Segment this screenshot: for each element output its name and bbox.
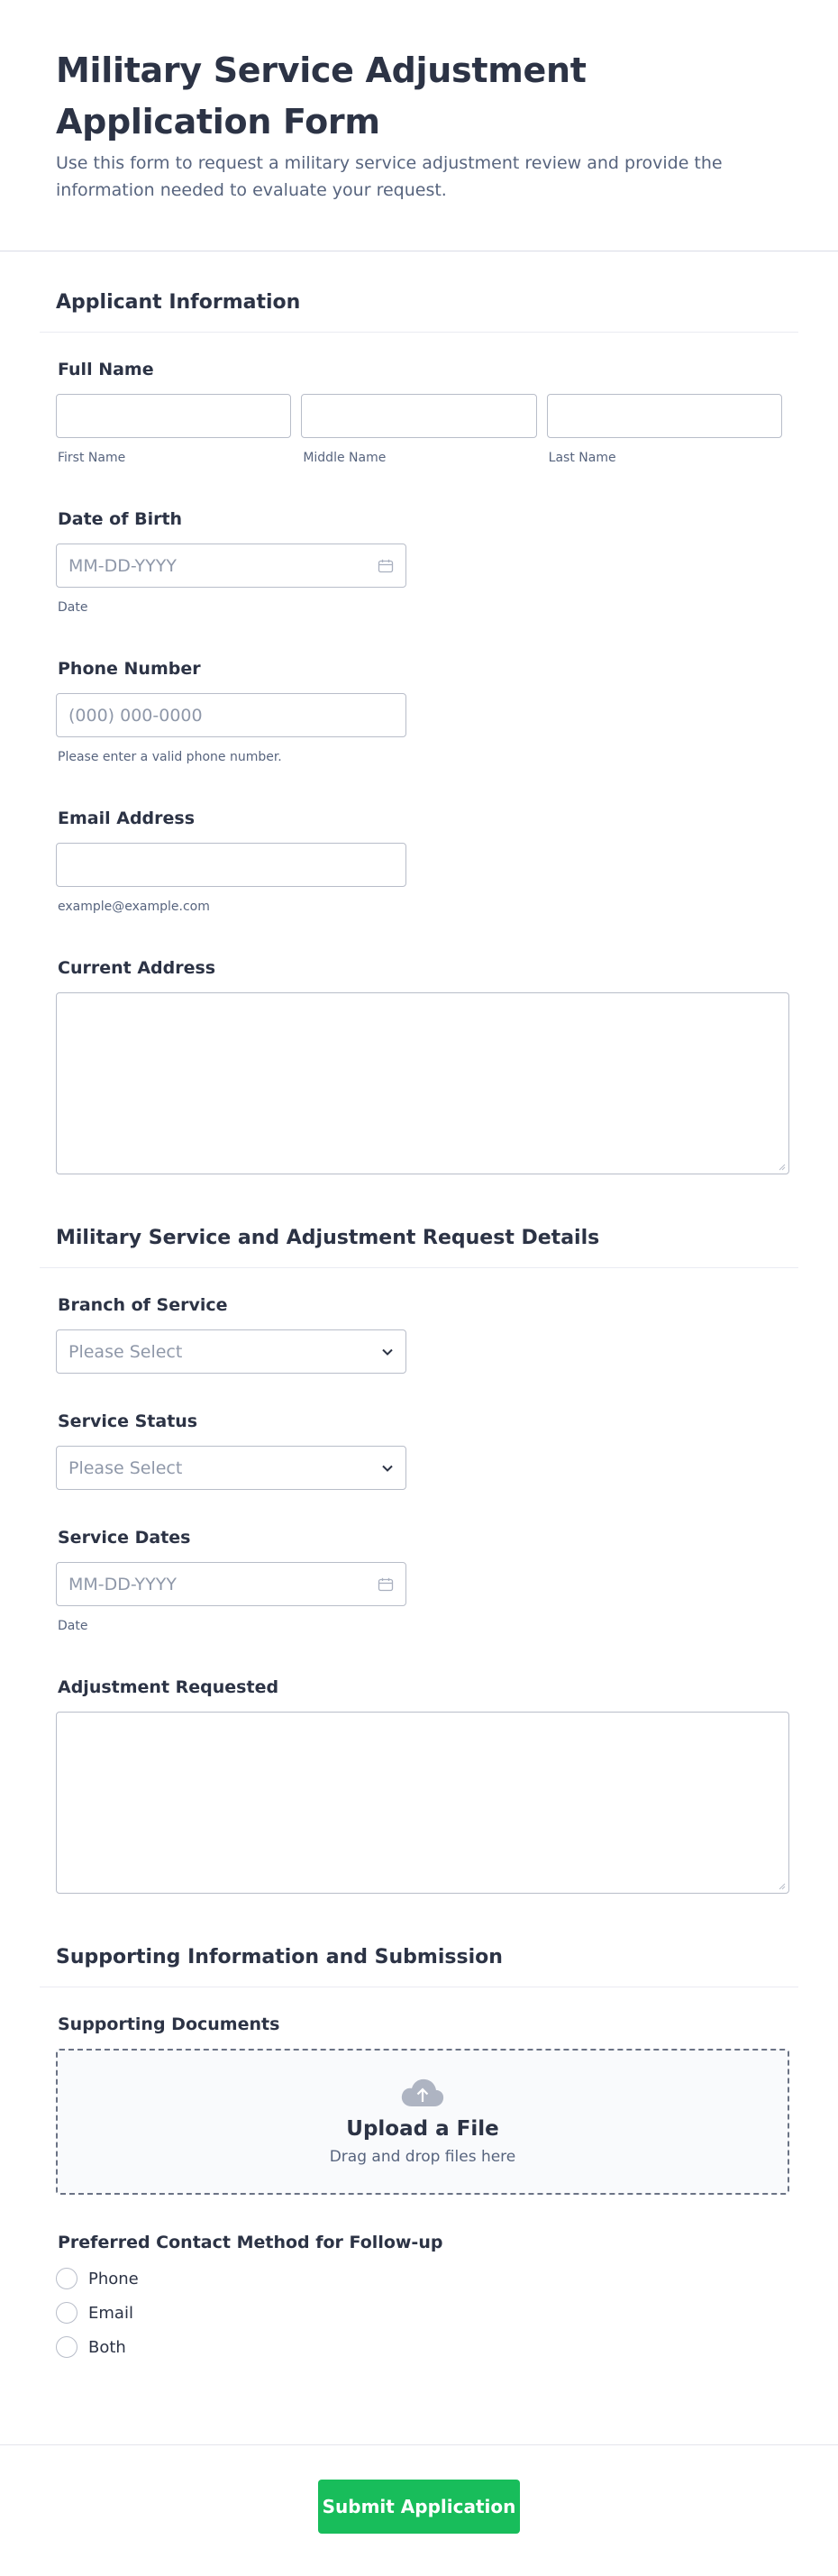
first-name-sublabel: First Name: [58, 451, 126, 465]
current-address-field: Current Address: [40, 914, 798, 1174]
supporting-documents-label: Supporting Documents: [58, 2014, 280, 2034]
cloud-upload-icon: [401, 2078, 444, 2106]
full-name-field: Full Name First Name Middle Name Last Na…: [40, 333, 798, 465]
submit-button[interactable]: Submit Application: [318, 2480, 520, 2534]
radio-option-both[interactable]: Both: [56, 2330, 782, 2364]
last-name-input[interactable]: [546, 394, 782, 438]
branch-of-service-field: Branch of Service Please Select: [40, 1268, 798, 1374]
phone-number-placeholder: (000) 000-0000: [68, 705, 203, 726]
chevron-down-icon: [382, 1465, 393, 1472]
full-name-label: Full Name: [58, 360, 154, 379]
chevron-down-icon: [382, 1348, 393, 1356]
section-title: Military Service and Adjustment Request …: [56, 1227, 600, 1249]
service-status-placeholder: Please Select: [68, 1457, 183, 1478]
radio-label: Phone: [88, 2269, 139, 2288]
service-status-field: Service Status Please Select: [40, 1374, 798, 1490]
adjustment-requested-textarea[interactable]: [56, 1712, 789, 1894]
service-status-label: Service Status: [58, 1411, 198, 1431]
preferred-contact-field: Preferred Contact Method for Follow-up P…: [40, 2195, 798, 2364]
current-address-label: Current Address: [58, 958, 216, 978]
adjustment-requested-label: Adjustment Requested: [58, 1677, 279, 1697]
full-name-row: First Name Middle Name Last Name: [56, 394, 782, 465]
adjustment-requested-field: Adjustment Requested: [40, 1633, 798, 1894]
phone-number-field: Phone Number (000) 000-0000 Please enter…: [40, 615, 798, 764]
first-name-input[interactable]: [56, 394, 292, 438]
radio-option-email[interactable]: Email: [56, 2296, 782, 2330]
email-address-field: Email Address example@example.com: [40, 764, 798, 914]
service-dates-placeholder: MM-DD-YYYY: [68, 1574, 177, 1594]
upload-subtitle: Drag and drop files here: [329, 2148, 516, 2166]
radio-button[interactable]: [56, 2302, 77, 2324]
radio-label: Both: [88, 2337, 126, 2357]
email-address-sublabel: example@example.com: [58, 900, 210, 914]
branch-of-service-select[interactable]: Please Select: [56, 1329, 406, 1374]
radio-button[interactable]: [56, 2268, 77, 2289]
last-name-column: Last Name: [546, 394, 782, 465]
service-dates-input[interactable]: MM-DD-YYYY: [56, 1562, 406, 1606]
date-of-birth-field: Date of Birth MM-DD-YYYY Date: [40, 465, 798, 615]
preferred-contact-label: Preferred Contact Method for Follow-up: [58, 2233, 443, 2252]
date-of-birth-placeholder: MM-DD-YYYY: [68, 555, 177, 576]
middle-name-column: Middle Name: [301, 394, 537, 465]
date-of-birth-input[interactable]: MM-DD-YYYY: [56, 544, 406, 588]
radio-button[interactable]: [56, 2336, 77, 2358]
middle-name-sublabel: Middle Name: [303, 451, 387, 465]
middle-name-input[interactable]: [301, 394, 537, 438]
section-applicant-information: Applicant Information Full Name First Na…: [0, 251, 838, 1174]
email-address-input[interactable]: [56, 843, 406, 887]
radio-label: Email: [88, 2303, 133, 2323]
file-upload-dropzone[interactable]: Upload a File Drag and drop files here: [56, 2049, 789, 2195]
branch-of-service-placeholder: Please Select: [68, 1341, 183, 1362]
form-footer: Submit Application: [0, 2444, 838, 2576]
service-dates-field: Service Dates MM-DD-YYYY Date: [40, 1490, 798, 1633]
last-name-sublabel: Last Name: [548, 451, 616, 465]
branch-of-service-label: Branch of Service: [58, 1295, 228, 1315]
current-address-textarea[interactable]: [56, 992, 789, 1174]
service-dates-label: Service Dates: [58, 1528, 191, 1548]
upload-title: Upload a File: [346, 2117, 499, 2141]
supporting-documents-field: Supporting Documents Upload a File Drag …: [40, 1987, 798, 2195]
section-header: Supporting Information and Submission: [40, 1894, 798, 1987]
service-status-select[interactable]: Please Select: [56, 1446, 406, 1490]
section-header: Military Service and Adjustment Request …: [40, 1174, 798, 1268]
date-of-birth-sublabel: Date: [58, 600, 88, 615]
resize-grip-icon[interactable]: [779, 1164, 786, 1171]
phone-number-sublabel: Please enter a valid phone number.: [58, 750, 282, 764]
phone-number-label: Phone Number: [58, 659, 201, 679]
page-title: Military Service Adjustment Application …: [56, 50, 587, 142]
section-supporting-information: Supporting Information and Submission Su…: [0, 1894, 838, 2364]
resize-grip-icon[interactable]: [779, 1883, 786, 1890]
section-header: Applicant Information: [40, 251, 798, 333]
radio-option-phone[interactable]: Phone: [56, 2261, 782, 2296]
section-title: Applicant Information: [56, 291, 301, 314]
calendar-icon[interactable]: [378, 559, 394, 573]
calendar-icon[interactable]: [378, 1577, 394, 1592]
email-address-label: Email Address: [58, 808, 196, 828]
section-title: Supporting Information and Submission: [56, 1946, 503, 1969]
page-subtitle: Use this form to request a military serv…: [56, 153, 723, 200]
first-name-column: First Name: [56, 394, 292, 465]
form-header: Military Service Adjustment Application …: [0, 0, 838, 251]
section-military-service-details: Military Service and Adjustment Request …: [0, 1174, 838, 1894]
phone-number-input[interactable]: (000) 000-0000: [56, 693, 406, 737]
service-dates-sublabel: Date: [58, 1619, 88, 1633]
date-of-birth-label: Date of Birth: [58, 509, 183, 529]
